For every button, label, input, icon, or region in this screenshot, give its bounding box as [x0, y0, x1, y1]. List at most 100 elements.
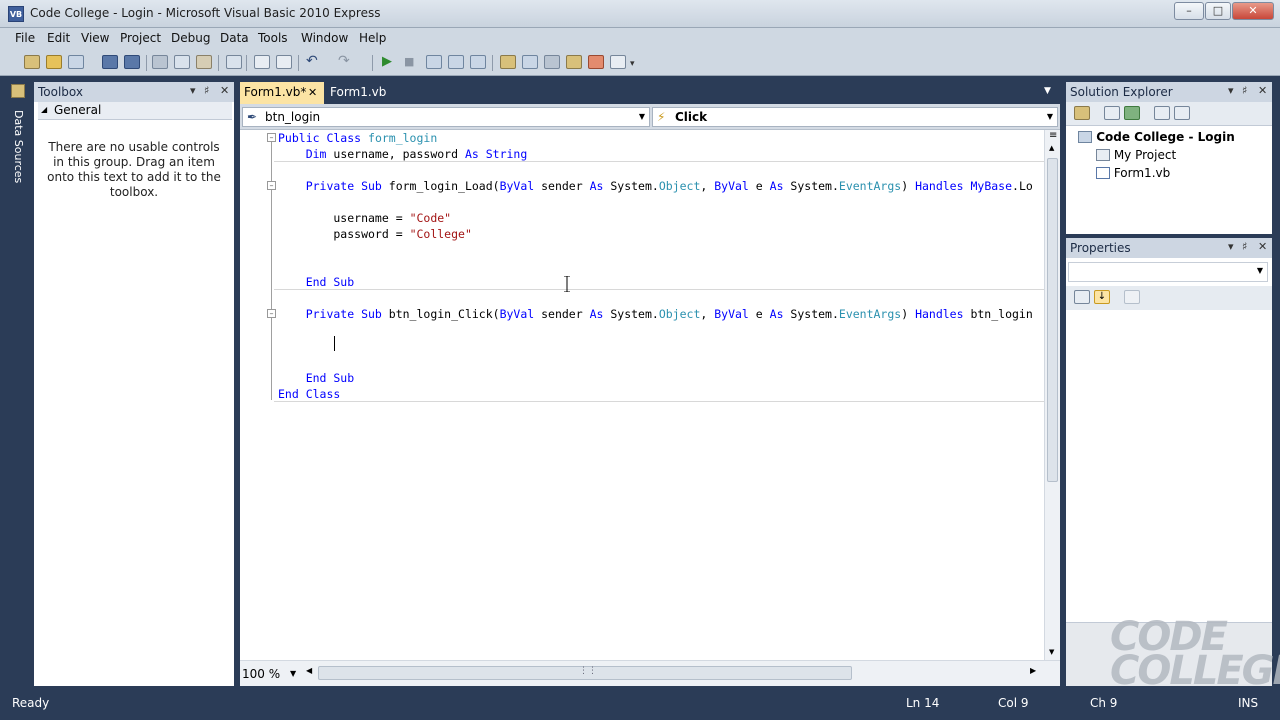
close-icon[interactable]: ✕: [1258, 84, 1267, 97]
find-icon[interactable]: [226, 55, 242, 69]
refresh-icon[interactable]: [1124, 106, 1140, 120]
maximize-button[interactable]: □: [1205, 2, 1231, 20]
dropdown-icon[interactable]: ▾: [1228, 84, 1234, 97]
stop-debugging-icon[interactable]: ■: [404, 55, 420, 69]
title-bar: VB Code College - Login - Microsoft Visu…: [0, 0, 1280, 28]
chevron-down-icon: ▼: [1046, 112, 1053, 121]
new-project-icon[interactable]: [24, 55, 40, 69]
pin-icon[interactable]: ♯: [204, 84, 209, 97]
collapse-sub-icon[interactable]: –: [267, 181, 276, 190]
redo-icon[interactable]: ↷: [338, 54, 354, 69]
properties-header: Properties ▾ ♯ ✕: [1066, 238, 1272, 258]
cut-icon[interactable]: [152, 55, 168, 69]
scroll-down-icon[interactable]: ▼: [1049, 648, 1054, 656]
menu-view[interactable]: View: [81, 31, 109, 45]
categorized-icon[interactable]: [1074, 290, 1090, 304]
step-over-icon[interactable]: [448, 55, 464, 69]
collapse-sub-icon[interactable]: –: [267, 309, 276, 318]
horizontal-scroll-thumb[interactable]: ⋮⋮: [318, 666, 852, 680]
toolbar-options-icon[interactable]: ▾: [630, 55, 646, 69]
code-token: ByVal: [499, 179, 535, 193]
code-line: Dim username, password As String: [278, 146, 528, 162]
copy-icon[interactable]: [174, 55, 190, 69]
object-combo[interactable]: ✒ btn_login ▼: [242, 107, 650, 127]
properties-window-icon[interactable]: [522, 55, 538, 69]
toolbox-group-label: General: [54, 103, 102, 117]
view-designer-icon[interactable]: [1174, 106, 1190, 120]
chevron-down-icon: ▼: [1256, 266, 1263, 275]
menu-file[interactable]: File: [15, 31, 35, 45]
tree-item-form1-vb[interactable]: Form1.vb: [1096, 166, 1170, 180]
error-list-icon[interactable]: [588, 55, 604, 69]
code-token: password =: [278, 227, 410, 241]
paste-icon[interactable]: [196, 55, 212, 69]
solution-explorer-toolbar: [1066, 102, 1272, 126]
property-pages-icon[interactable]: [1124, 290, 1140, 304]
tab-list-dropdown-icon[interactable]: ▼: [1044, 86, 1051, 96]
scroll-left-icon[interactable]: ◀: [306, 666, 312, 675]
menu-debug[interactable]: Debug: [171, 31, 210, 45]
menu-help[interactable]: Help: [359, 31, 386, 45]
menu-project[interactable]: Project: [120, 31, 161, 45]
code-line: Private Sub form_login_Load(ByVal sender…: [278, 178, 1033, 194]
save-all-icon[interactable]: [124, 55, 140, 69]
undo-icon[interactable]: ↶: [306, 54, 322, 69]
uncomment-icon[interactable]: [276, 55, 292, 69]
code-area[interactable]: – – – Public Class form_login Dim userna…: [240, 130, 1044, 660]
alphabetical-icon[interactable]: ↓: [1094, 290, 1110, 304]
tab-form1-vb[interactable]: Form1.vb* ✕: [240, 82, 324, 104]
pin-icon[interactable]: ♯: [1242, 84, 1247, 97]
event-icon: ⚡: [657, 110, 666, 124]
code-token: ByVal: [714, 307, 749, 321]
toolbox-group-general[interactable]: ◢ General: [38, 102, 232, 120]
properties-icon[interactable]: [1074, 106, 1090, 120]
toolbox-empty-message: There are no usable controls in this gro…: [47, 140, 221, 199]
vertical-scrollbar[interactable]: ≡ ▲ ▼: [1044, 130, 1060, 660]
event-combo[interactable]: ⚡ Click ▼: [652, 107, 1058, 127]
close-tab-icon[interactable]: ✕: [308, 82, 317, 103]
tree-item-my-project[interactable]: My Project: [1096, 148, 1176, 162]
view-code-icon[interactable]: [1154, 106, 1170, 120]
toolbar: ↶ ↷ ▶ ■ ▾: [0, 50, 1280, 76]
minimize-button[interactable]: –: [1174, 2, 1204, 20]
vertical-scroll-thumb[interactable]: [1047, 158, 1058, 482]
add-item-icon[interactable]: [68, 55, 84, 69]
event-combo-value: Click: [675, 110, 708, 124]
close-icon[interactable]: ✕: [1258, 240, 1267, 253]
open-folder-icon[interactable]: [46, 55, 62, 69]
step-out-icon[interactable]: [470, 55, 486, 69]
pin-icon[interactable]: ♯: [1242, 240, 1247, 253]
zoom-combo[interactable]: 100 % ▼: [242, 665, 302, 683]
solution-root-node[interactable]: Code College - Login: [1078, 130, 1235, 144]
start-page-icon[interactable]: [610, 55, 626, 69]
toolbox-icon[interactable]: [566, 55, 582, 69]
properties-toolbar: ↓: [1066, 286, 1272, 310]
menu-data[interactable]: Data: [220, 31, 249, 45]
ibeam-cursor-icon: [564, 276, 570, 292]
show-all-files-icon[interactable]: [1104, 106, 1120, 120]
menu-bar: File Edit View Project Debug Data Tools …: [0, 28, 1280, 50]
comment-icon[interactable]: [254, 55, 270, 69]
close-icon[interactable]: ✕: [220, 84, 229, 97]
step-into-icon[interactable]: [426, 55, 442, 69]
start-debugging-icon[interactable]: ▶: [382, 55, 398, 69]
status-bar: Ready Ln 14 Col 9 Ch 9 INS: [0, 690, 1280, 720]
scroll-right-icon[interactable]: ▶: [1030, 666, 1036, 675]
split-icon[interactable]: ≡: [1049, 130, 1057, 141]
save-icon[interactable]: [102, 55, 118, 69]
object-browser-icon[interactable]: [544, 55, 560, 69]
code-token: form_login_Load(: [381, 179, 500, 193]
scroll-up-icon[interactable]: ▲: [1049, 144, 1054, 152]
dropdown-icon[interactable]: ▾: [1228, 240, 1234, 253]
tab-form1-design[interactable]: Form1.vb [Design]*: [326, 82, 446, 120]
close-button[interactable]: ✕: [1232, 2, 1274, 20]
menu-tools[interactable]: Tools: [258, 31, 288, 45]
dropdown-icon[interactable]: ▾: [190, 84, 196, 97]
collapse-class-icon[interactable]: –: [267, 133, 276, 142]
object-selector[interactable]: ▼: [1068, 262, 1268, 282]
menu-window[interactable]: Window: [301, 31, 348, 45]
data-sources-tab[interactable]: Data Sources: [8, 84, 28, 184]
menu-edit[interactable]: Edit: [47, 31, 70, 45]
code-token: Dim: [278, 147, 327, 161]
solution-explorer-icon[interactable]: [500, 55, 516, 69]
